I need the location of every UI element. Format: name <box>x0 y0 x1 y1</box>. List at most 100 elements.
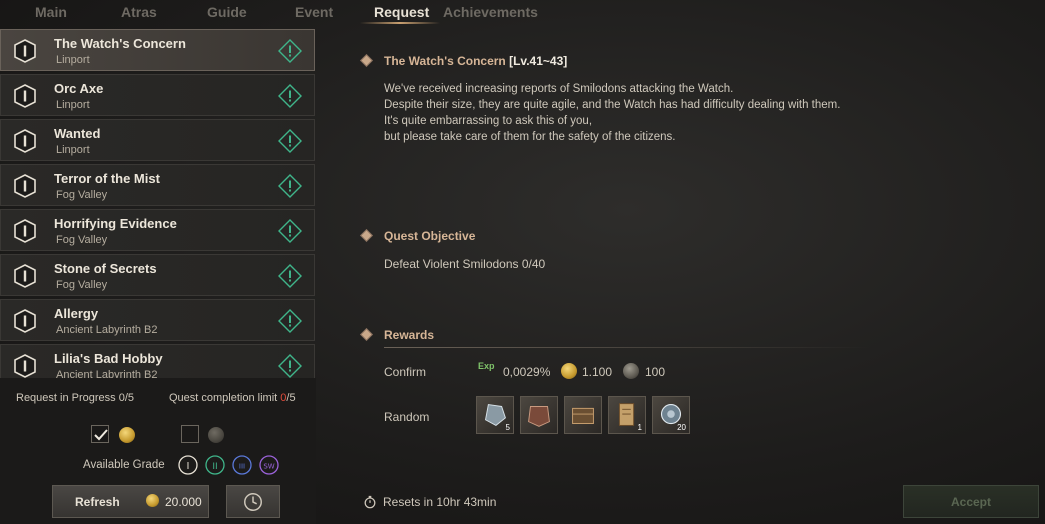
quest-title: Lilia's Bad Hobby <box>54 351 163 366</box>
active-tab-indicator <box>360 22 440 24</box>
clock-icon <box>244 493 262 511</box>
grade-i-icon <box>14 309 36 333</box>
exp-reward: 0,0029% <box>503 365 551 379</box>
refresh-label: Refresh <box>75 495 120 509</box>
quest-title: The Watch's Concern <box>54 36 186 51</box>
gold-coin-icon <box>561 363 577 379</box>
alert-diamond-icon <box>278 219 302 243</box>
checkmark-icon <box>94 429 108 441</box>
alert-diamond-icon <box>278 84 302 108</box>
quest-title: Wanted <box>54 126 101 141</box>
quest-item[interactable]: Allergy Ancient Labyrinth B2 <box>0 299 315 341</box>
crystal-icon[interactable]: 20 <box>652 396 690 434</box>
accept-button[interactable]: Accept <box>903 485 1039 518</box>
quest-location: Fog Valley <box>56 234 108 246</box>
gold-filter-checkbox[interactable] <box>91 425 109 443</box>
quest-location: Linport <box>56 99 90 111</box>
reward-count: 20 <box>677 423 686 432</box>
quest-title: Allergy <box>54 306 99 321</box>
tab-guide[interactable]: Guide <box>207 4 247 20</box>
alert-diamond-icon <box>278 309 302 333</box>
description-line: It's quite embarrassing to ask this of y… <box>384 115 593 127</box>
tab-request[interactable]: Request <box>374 4 429 20</box>
alert-diamond-icon <box>278 354 302 378</box>
reward-count: 1 <box>637 423 642 432</box>
alert-diamond-icon <box>278 129 302 153</box>
alert-diamond-icon <box>278 174 302 198</box>
quest-title: Orc Axe <box>54 81 104 96</box>
description-line: We've received increasing reports of Smi… <box>384 83 734 95</box>
silver-coin-icon <box>623 363 639 379</box>
grade-i-icon <box>14 354 36 378</box>
quest-item[interactable]: Stone of Secrets Fog Valley <box>0 254 315 296</box>
grade-i-filter-icon[interactable]: I <box>178 455 198 475</box>
grade-i-icon <box>14 129 36 153</box>
quest-item[interactable]: Horrifying Evidence Fog Valley <box>0 209 315 251</box>
quest-location: Linport <box>56 54 90 66</box>
grade-i-icon <box>14 264 36 288</box>
rewards-divider <box>384 347 870 348</box>
quest-detail-title: The Watch's Concern [Lv.41~43] <box>384 54 568 68</box>
svg-text:II: II <box>212 462 217 472</box>
exp-icon: Exp <box>478 361 495 371</box>
quest-title: Terror of the Mist <box>54 171 160 186</box>
alert-diamond-icon <box>278 39 302 63</box>
gold-coin-icon <box>146 494 159 507</box>
quest-location: Fog Valley <box>56 279 108 291</box>
grade-i-icon <box>14 39 36 63</box>
tab-event[interactable]: Event <box>295 4 333 20</box>
grade-i-icon <box>14 84 36 108</box>
quest-item[interactable]: Terror of the Mist Fog Valley <box>0 164 315 206</box>
armor-box-icon[interactable] <box>520 396 558 434</box>
tab-achievements[interactable]: Achievements <box>443 4 538 20</box>
section-bullet-icon <box>360 229 373 242</box>
completion-limit: Quest completion limit 0/5 <box>169 392 296 404</box>
armor-shape <box>528 406 550 427</box>
quest-location: Ancient Labyrinth B2 <box>56 369 158 378</box>
scroll-icon[interactable]: 1 <box>608 396 646 434</box>
silver-filter-checkbox[interactable] <box>181 425 199 443</box>
chest-shape <box>572 407 594 424</box>
gold-reward: 1.100 <box>582 365 613 379</box>
grade-ii-filter-icon[interactable]: II <box>205 455 225 475</box>
quest-item[interactable]: Lilia's Bad Hobby Ancient Labyrinth B2 <box>0 344 315 378</box>
silver-coin-icon <box>208 427 224 443</box>
section-bullet-icon <box>360 328 373 341</box>
grade-sw-filter-icon[interactable]: SW <box>259 455 279 475</box>
reset-timer: Resets in 10hr 43min <box>383 495 497 509</box>
description-line: but please take care of them for the saf… <box>384 131 676 143</box>
svg-text:SW: SW <box>263 463 274 471</box>
quest-item[interactable]: Orc Axe Linport <box>0 74 315 116</box>
top-tabs: Main Atras Guide Event Request Achieveme… <box>0 0 1045 24</box>
objective-text: Defeat Violent Smilodons 0/40 <box>384 257 546 271</box>
quest-location: Fog Valley <box>56 189 108 201</box>
grade-i-icon <box>14 174 36 198</box>
timer-button[interactable] <box>226 485 280 518</box>
quest-item[interactable]: The Watch's Concern Linport <box>0 29 315 71</box>
quest-location: Ancient Labyrinth B2 <box>56 324 158 336</box>
alert-diamond-icon <box>278 264 302 288</box>
grade-i-icon <box>14 219 36 243</box>
quest-description: We've received increasing reports of Smi… <box>384 81 840 145</box>
tab-main[interactable]: Main <box>35 4 67 20</box>
ore-icon[interactable]: 5 <box>476 396 514 434</box>
rewards-title: Rewards <box>384 328 435 342</box>
quest-item[interactable]: Wanted Linport <box>0 119 315 161</box>
tab-atras[interactable]: Atras <box>121 4 157 20</box>
quest-title: Stone of Secrets <box>54 261 157 276</box>
quest-list[interactable]: The Watch's Concern Linport Orc Axe Linp… <box>0 28 316 378</box>
grade-iii-filter-icon[interactable]: III <box>232 455 252 475</box>
objective-title: Quest Objective <box>384 229 476 243</box>
silver-reward: 100 <box>645 365 666 379</box>
gold-coin-icon <box>119 427 135 443</box>
available-grade-label: Available Grade <box>83 459 165 471</box>
confirm-label: Confirm <box>384 365 427 379</box>
request-progress: Request in Progress 0/5 <box>16 392 135 404</box>
reward-count: 5 <box>505 423 510 432</box>
refresh-button[interactable]: Refresh 20.000 <box>52 485 209 518</box>
quest-title: Horrifying Evidence <box>54 216 177 231</box>
chest-icon[interactable] <box>564 396 602 434</box>
hourglass-icon <box>364 495 376 509</box>
refresh-cost: 20.000 <box>165 495 202 509</box>
svg-text:III: III <box>239 463 245 471</box>
